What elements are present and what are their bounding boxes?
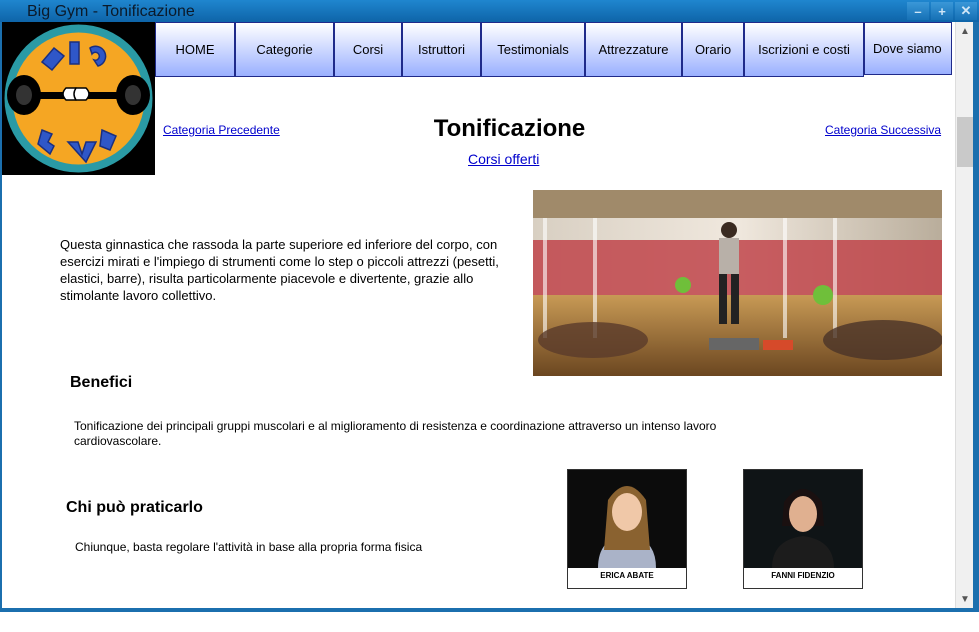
scroll-down-icon[interactable]: ▼ (956, 590, 974, 608)
nav-corsi[interactable]: Corsi (334, 22, 402, 77)
maximize-icon[interactable]: + (931, 2, 953, 20)
window-frame-bottom (0, 608, 979, 632)
window-titlebar: Big Gym - Tonificazione – + ✕ (0, 0, 979, 22)
benefici-text: Tonificazione dei principali gruppi musc… (74, 419, 717, 448)
instructor-card[interactable]: FANNI FIDENZIO (743, 469, 863, 589)
big-gym-logo[interactable] (2, 22, 155, 175)
nav-dove-siamo[interactable]: Dove siamo (864, 22, 952, 75)
benefici-heading: Benefici (70, 374, 133, 391)
scrollbar-thumb[interactable] (957, 117, 973, 167)
instructor-photo (744, 470, 862, 568)
minimize-icon[interactable]: – (907, 2, 929, 20)
nav-home[interactable]: HOME (155, 22, 235, 77)
chi-puo-heading: Chi può praticarlo (66, 499, 203, 516)
scroll-up-icon[interactable]: ▲ (956, 22, 974, 40)
window-frame-right (973, 22, 979, 608)
close-icon[interactable]: ✕ (955, 2, 977, 20)
nav-istruttori[interactable]: Istruttori (402, 22, 481, 77)
instructor-name: ERICA ABATE (600, 571, 654, 580)
nav-orario[interactable]: Orario (682, 22, 744, 77)
hero-photo (533, 190, 942, 376)
nav-categorie[interactable]: Categorie (235, 22, 334, 77)
prev-category-link[interactable]: Categoria Precedente (163, 123, 280, 137)
instructor-card[interactable]: ERICA ABATE (567, 469, 687, 589)
instructor-photo (568, 470, 686, 568)
nav-attrezzature[interactable]: Attrezzature (585, 22, 682, 77)
chi-puo-text: Chiunque, basta regolare l'attività in b… (75, 540, 423, 554)
next-category-link[interactable]: Categoria Successiva (825, 123, 941, 137)
page-title: Tonificazione (433, 115, 586, 142)
vertical-scrollbar[interactable]: ▲ ▼ (955, 22, 974, 608)
intro-text: Questa ginnastica che rassoda la parte s… (60, 237, 499, 303)
courses-offered-link[interactable]: Corsi offerti (468, 151, 539, 167)
main-nav: HOME Categorie Corsi Istruttori Testimon… (155, 22, 952, 77)
nav-iscrizioni[interactable]: Iscrizioni e costi (744, 22, 864, 77)
browser-content: HOME Categorie Corsi Istruttori Testimon… (2, 22, 955, 608)
window-title: Big Gym - Tonificazione (27, 3, 195, 20)
instructor-name: FANNI FIDENZIO (771, 571, 835, 580)
nav-testimonials[interactable]: Testimonials (481, 22, 585, 77)
